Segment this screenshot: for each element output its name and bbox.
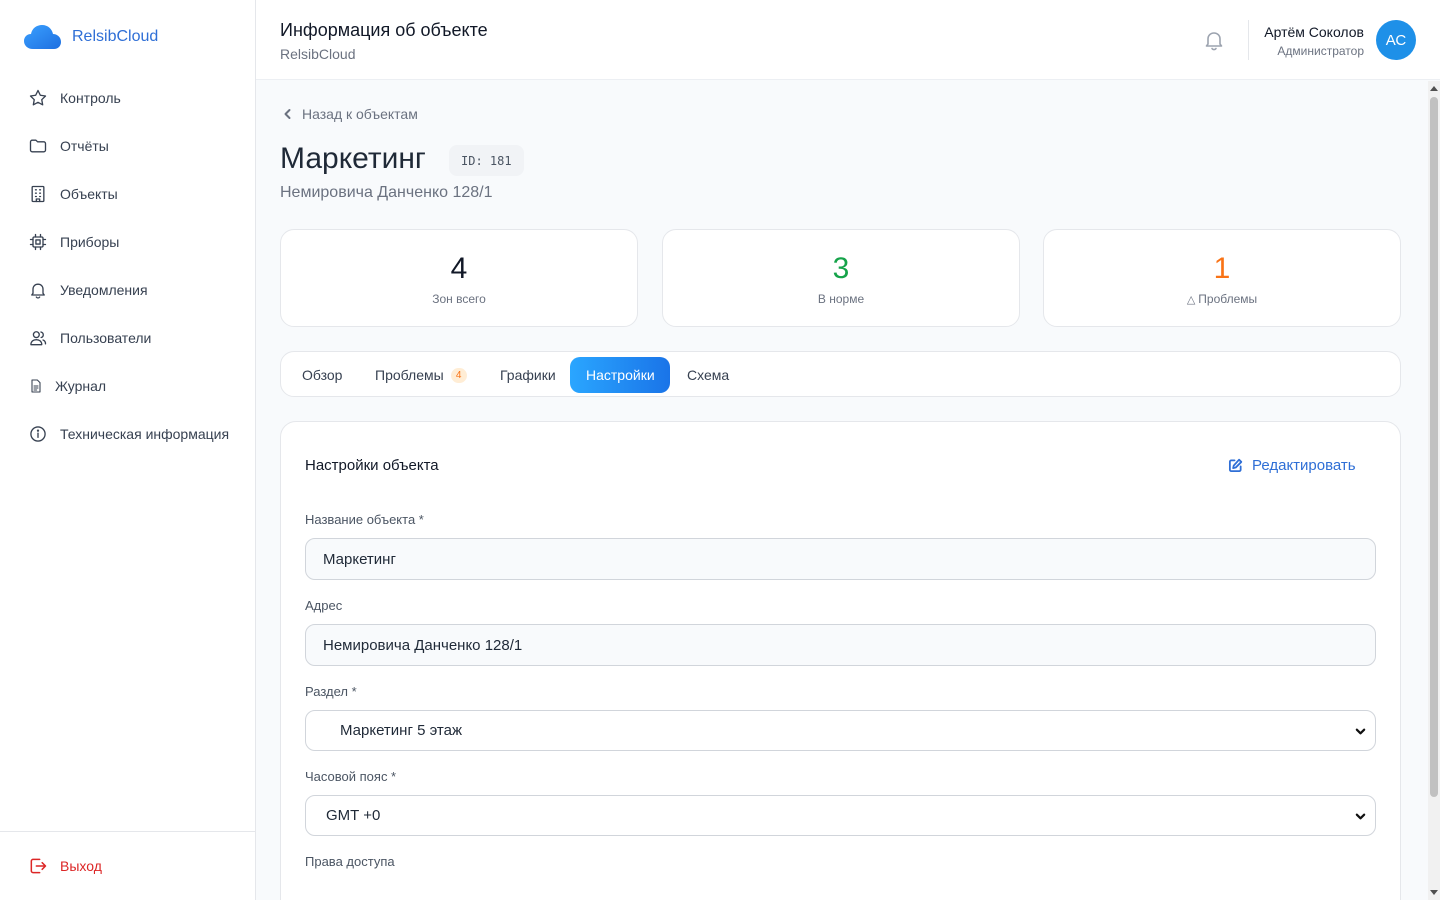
sidebar-item-tech-info[interactable]: Техническая информация xyxy=(0,410,255,458)
settings-title: Настройки объекта xyxy=(305,457,439,474)
address-label: Адрес xyxy=(305,598,343,613)
brand-logo[interactable]: RelsibCloud xyxy=(24,24,158,50)
edit-label: Редактировать xyxy=(1252,457,1356,474)
sidebar-nav: Контроль Отчёты Объекты Приборы Уведомле… xyxy=(0,74,255,458)
cloud-icon xyxy=(24,25,61,49)
sidebar-item-label: Приборы xyxy=(60,234,120,250)
sidebar-item-users[interactable]: Пользователи xyxy=(0,314,255,362)
top-header: Информация об объекте RelsibCloud Артём … xyxy=(256,0,1440,80)
stat-card-total-zones: 4 Зон всего xyxy=(280,229,638,327)
stat-value: 3 xyxy=(832,252,850,285)
tab-label: Схема xyxy=(687,367,730,383)
sidebar-footer: Выход xyxy=(0,831,255,900)
stat-card-normal: 3 В норме xyxy=(662,229,1020,327)
scroll-down-arrow-icon[interactable] xyxy=(1430,890,1438,895)
timezone-selected-value: GMT +0 xyxy=(326,807,381,824)
sidebar-item-label: Журнал xyxy=(55,378,107,394)
address-field[interactable]: Немировича Данченко 128/1 xyxy=(305,624,1376,666)
object-address: Немировича Данченко 128/1 xyxy=(280,184,493,201)
star-icon xyxy=(29,89,47,106)
header-divider xyxy=(1248,20,1249,60)
section-select[interactable]: Маркетинг 5 этаж xyxy=(305,710,1376,751)
problems-count-badge: 4 xyxy=(450,367,467,383)
logout-icon xyxy=(30,858,47,874)
stat-label: В норме xyxy=(817,292,865,306)
warning-icon: △ xyxy=(1186,294,1196,306)
back-label: Назад к объектам xyxy=(302,106,418,122)
scroll-up-arrow-icon[interactable] xyxy=(1430,86,1438,91)
chip-icon xyxy=(29,233,47,251)
chevron-down-icon xyxy=(1355,728,1366,735)
stat-label: Проблемы xyxy=(1198,292,1258,306)
bell-icon xyxy=(1205,32,1223,51)
timezone-select[interactable]: GMT +0 xyxy=(305,795,1376,836)
stat-value: 1 xyxy=(1213,252,1231,285)
tab-overview[interactable]: Обзор xyxy=(286,357,358,393)
edit-button[interactable]: Редактировать xyxy=(1228,457,1356,474)
chevron-left-icon xyxy=(284,109,291,119)
brand-name: RelsibCloud xyxy=(72,28,159,45)
logout-button[interactable]: Выход xyxy=(28,856,102,876)
sidebar-item-notifications[interactable]: Уведомления xyxy=(0,266,255,314)
sidebar-item-label: Уведомления xyxy=(60,282,148,298)
object-name-field[interactable]: Маркетинг xyxy=(305,538,1376,580)
stat-label-wrap: △ Проблемы xyxy=(1044,292,1400,306)
edit-icon xyxy=(1228,458,1243,473)
timezone-label: Часовой пояс * xyxy=(305,769,397,784)
sidebar-item-devices[interactable]: Приборы xyxy=(0,218,255,266)
object-id-badge: ID: 181 xyxy=(449,145,524,176)
sidebar: RelsibCloud Контроль Отчёты Объекты Приб… xyxy=(0,0,256,900)
section-label: Раздел * xyxy=(305,684,357,699)
tab-scheme[interactable]: Схема xyxy=(671,357,745,393)
folder-icon xyxy=(29,139,47,153)
bell-icon xyxy=(31,283,45,299)
avatar[interactable]: АС xyxy=(1376,20,1416,60)
users-icon xyxy=(30,331,47,346)
document-icon xyxy=(31,379,41,393)
sidebar-item-control[interactable]: Контроль xyxy=(0,74,255,122)
sidebar-item-label: Контроль xyxy=(60,90,121,106)
page-title: Информация об объекте xyxy=(280,20,488,40)
sidebar-item-label: Техническая информация xyxy=(60,426,230,442)
access-rights-label: Права доступа xyxy=(305,854,395,869)
stat-value: 4 xyxy=(450,252,468,285)
page-subtitle: RelsibCloud xyxy=(280,46,356,62)
tab-label: Графики xyxy=(500,367,556,383)
chevron-down-icon xyxy=(1355,813,1366,820)
logout-label: Выход xyxy=(60,858,102,874)
sidebar-item-reports[interactable]: Отчёты xyxy=(0,122,255,170)
sidebar-item-label: Объекты xyxy=(60,186,118,202)
scroll-thumb[interactable] xyxy=(1430,97,1438,797)
object-tabs: Обзор Проблемы 4 Графики Настройки Схема xyxy=(280,351,1401,397)
object-title: Маркетинг xyxy=(280,142,426,175)
object-name-label: Название объекта * xyxy=(305,512,424,527)
notifications-button[interactable] xyxy=(1202,28,1230,56)
user-role: Администратор xyxy=(1277,44,1364,58)
sidebar-item-journal[interactable]: Журнал xyxy=(0,362,255,410)
tab-label: Проблемы xyxy=(375,367,444,383)
tab-settings[interactable]: Настройки xyxy=(570,357,670,393)
building-icon xyxy=(31,185,45,203)
sidebar-item-objects[interactable]: Объекты xyxy=(0,170,255,218)
stat-label: Зон всего xyxy=(432,292,486,306)
user-name: Артём Соколов xyxy=(1264,24,1364,40)
tab-problems[interactable]: Проблемы 4 xyxy=(359,357,483,393)
section-selected-value: Маркетинг 5 этаж xyxy=(340,722,463,739)
main-scrollbar[interactable] xyxy=(1428,81,1440,900)
info-icon xyxy=(30,426,46,442)
sidebar-item-label: Отчёты xyxy=(60,138,109,154)
back-to-objects-link[interactable]: Назад к объектам xyxy=(281,106,418,122)
stat-card-problems: 1 △ Проблемы xyxy=(1043,229,1401,327)
tab-label: Настройки xyxy=(586,367,655,383)
tab-label: Обзор xyxy=(302,367,343,383)
tab-charts[interactable]: Графики xyxy=(484,357,572,393)
sidebar-item-label: Пользователи xyxy=(60,330,152,346)
